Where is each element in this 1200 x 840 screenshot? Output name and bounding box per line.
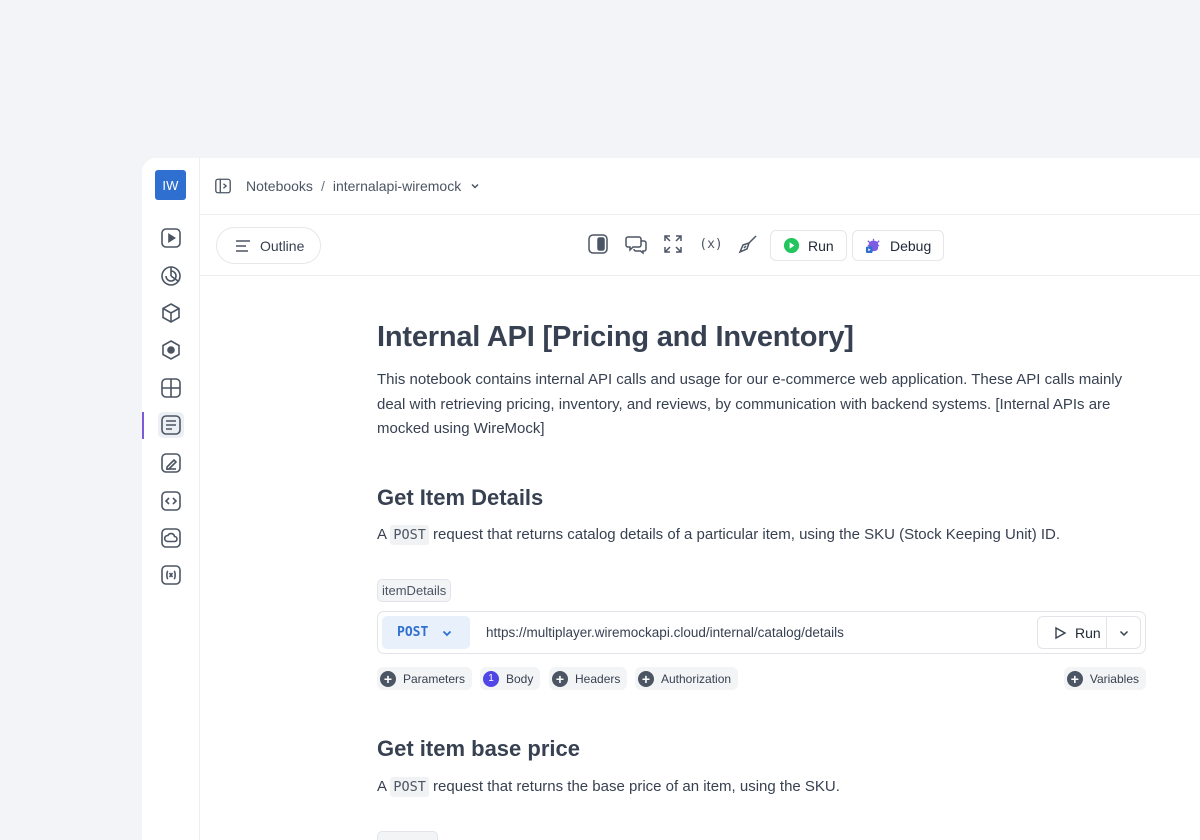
outline-icon xyxy=(236,239,250,252)
breadcrumb-current[interactable]: internalapi-wiremock xyxy=(333,178,461,194)
cell-name-tag-partial[interactable] xyxy=(377,831,438,840)
section-heading: Get Item Details xyxy=(377,485,544,510)
desc-suffix: request that returns the base price of a… xyxy=(433,778,840,795)
notebook-toolbar: Outline (x) Run Debug xyxy=(200,215,1200,276)
comments-icon[interactable] xyxy=(624,232,648,256)
broom-icon[interactable] xyxy=(736,232,760,256)
dashboard-icon[interactable] xyxy=(158,375,184,401)
app-window: IW Notebooks / internalapi-wiremock Outl… xyxy=(142,158,1200,840)
cloud-icon[interactable] xyxy=(158,525,184,551)
inline-code: POST xyxy=(390,777,429,797)
run-cell-button[interactable]: Run xyxy=(1037,616,1107,649)
breadcrumb: Notebooks / internalapi-wiremock xyxy=(246,178,481,194)
run-all-label: Run xyxy=(808,237,834,254)
desc-prefix: A xyxy=(377,526,387,543)
debug-icon xyxy=(865,238,880,254)
panel-toggle-icon[interactable] xyxy=(586,232,610,256)
outline-button[interactable]: Outline xyxy=(216,227,321,264)
page-title: Internal API [Pricing and Inventory] xyxy=(377,321,854,353)
notebook-icon[interactable] xyxy=(158,412,184,438)
avatar[interactable]: IW xyxy=(155,170,186,200)
debug-button[interactable]: Debug xyxy=(852,230,945,261)
play-icon[interactable] xyxy=(158,225,184,251)
section-description: A POST request that returns the base pri… xyxy=(377,777,840,797)
variables-chip[interactable]: + Variables xyxy=(1063,667,1146,690)
sketch-icon[interactable] xyxy=(158,450,184,476)
intro-paragraph: This notebook contains internal API call… xyxy=(377,371,1123,437)
breadcrumb-bar: Notebooks / internalapi-wiremock xyxy=(200,158,1200,215)
active-indicator xyxy=(142,412,144,439)
run-cell-label: Run xyxy=(1075,624,1101,641)
plus-icon: + xyxy=(638,670,654,687)
body-count-badge: 1 xyxy=(483,670,499,687)
variables-icon[interactable] xyxy=(158,562,184,588)
plus-icon: + xyxy=(552,670,568,687)
variables-glyph: (x) xyxy=(699,236,723,252)
variables-toolbar-icon[interactable]: (x) xyxy=(699,232,723,256)
desc-prefix: A xyxy=(377,778,387,795)
body-label: Body xyxy=(506,671,534,686)
fullscreen-icon[interactable] xyxy=(661,232,685,256)
code-icon[interactable] xyxy=(158,488,184,514)
cube-icon[interactable] xyxy=(158,300,184,326)
parameters-chip[interactable]: + Parameters xyxy=(377,667,473,690)
chart-icon[interactable] xyxy=(158,263,184,289)
debug-label: Debug xyxy=(890,237,932,254)
inline-code: POST xyxy=(390,525,429,545)
play-icon xyxy=(1055,626,1067,639)
request-bar: POST https://multiplayer.wiremockapi.clo… xyxy=(377,611,1146,654)
breadcrumb-root[interactable]: Notebooks xyxy=(246,178,313,194)
headers-label: Headers xyxy=(575,671,621,686)
parameters-label: Parameters xyxy=(403,671,466,686)
plus-icon: + xyxy=(1066,670,1083,687)
left-rail: IW xyxy=(142,158,200,840)
breadcrumb-separator: / xyxy=(320,178,325,194)
section-description: A POST request that returns catalog deta… xyxy=(377,525,1061,545)
headers-chip[interactable]: + Headers xyxy=(549,667,628,690)
hexagon-icon[interactable] xyxy=(158,337,184,363)
chevron-down-icon xyxy=(1119,630,1128,636)
authorization-label: Authorization xyxy=(661,671,732,686)
url-input[interactable]: https://multiplayer.wiremockapi.cloud/in… xyxy=(486,625,844,640)
body-chip[interactable]: 1 Body xyxy=(480,667,541,690)
run-icon xyxy=(783,237,800,254)
request-options-row: + Parameters 1 Body + Headers + Authoriz… xyxy=(377,667,1146,690)
section-heading: Get item base price xyxy=(377,736,580,761)
chevron-down-icon xyxy=(443,630,452,636)
run-options-button[interactable] xyxy=(1107,616,1141,649)
method-select[interactable]: POST xyxy=(382,616,470,649)
desc-suffix: request that returns catalog details of … xyxy=(433,526,1061,543)
chevron-down-icon[interactable] xyxy=(469,180,481,192)
variables-label: Variables xyxy=(1089,671,1139,686)
outline-label: Outline xyxy=(260,237,305,254)
plus-icon: + xyxy=(380,670,396,687)
authorization-chip[interactable]: + Authorization xyxy=(635,667,739,690)
method-label: POST xyxy=(397,625,429,640)
cell-name-tag[interactable]: itemDetails xyxy=(377,579,452,602)
run-all-button[interactable]: Run xyxy=(770,230,847,261)
sidebar-toggle-icon[interactable] xyxy=(214,177,232,195)
